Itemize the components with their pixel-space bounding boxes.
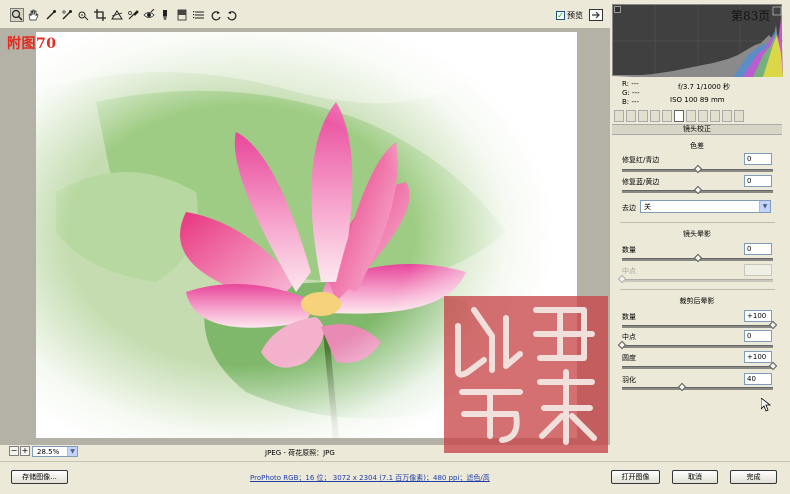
postcrop-amount-label: 数量 — [622, 313, 636, 321]
postcrop-roundness-slider[interactable] — [622, 361, 778, 371]
color-sampler-tool-icon[interactable] — [60, 8, 74, 22]
minus-icon: − — [10, 446, 18, 455]
tab-hsl-icon[interactable] — [650, 110, 660, 122]
chevron-down-icon: ▼ — [759, 201, 770, 212]
divider — [620, 289, 775, 290]
tab-detail-icon[interactable] — [638, 110, 648, 122]
tab-effects-icon[interactable] — [686, 110, 696, 122]
page-number: 第83页 — [731, 9, 771, 23]
tab-settings-icon[interactable] — [734, 110, 744, 122]
adjustment-brush-tool-icon[interactable] — [158, 8, 172, 22]
open-image-button[interactable]: 打开图像 — [611, 470, 660, 484]
mouse-cursor-icon — [760, 397, 772, 412]
save-image-button[interactable]: 存储图像... — [11, 470, 68, 484]
tab-presets-icon[interactable] — [710, 110, 720, 122]
hand-tool-icon[interactable] — [26, 8, 40, 22]
toolbar: ✓ 预览 — [0, 0, 610, 28]
tab-snapshots-icon[interactable] — [722, 110, 732, 122]
vignette-midpoint-label: 中点 — [622, 267, 636, 275]
fix-red-cyan-input[interactable]: 0 — [744, 153, 772, 165]
fix-red-cyan-slider[interactable] — [622, 164, 773, 174]
postcrop-amount-slider[interactable] — [622, 320, 778, 330]
zoom-tool-icon[interactable] — [10, 8, 24, 22]
postcrop-midpoint-label: 中点 — [622, 333, 636, 341]
vignette-amount-slider[interactable] — [622, 253, 773, 263]
white-balance-tool-icon[interactable] — [44, 8, 58, 22]
fix-blue-yellow-input[interactable]: 0 — [744, 175, 772, 187]
fix-blue-yellow-label: 修复蓝/黄边 — [622, 178, 660, 186]
section-chromatic-heading: 色差 — [690, 142, 704, 150]
graduated-filter-tool-icon[interactable] — [175, 8, 189, 22]
workflow-options-link[interactable]: ProPhoto RGB；16 位； 3072 x 2304 (7.1 百万像素… — [250, 473, 490, 483]
zoom-select[interactable]: 28.5% ▼ — [32, 446, 78, 457]
panel-title: 镜头校正 — [612, 124, 782, 135]
postcrop-roundness-label: 圆度 — [622, 354, 636, 362]
seal-stamp — [444, 296, 608, 453]
rotate-left-icon[interactable] — [209, 8, 223, 22]
plus-icon: + — [21, 446, 29, 455]
zoom-in-button[interactable]: + — [20, 446, 30, 456]
tab-camera-calibration-icon[interactable] — [698, 110, 708, 122]
cancel-button[interactable]: 取消 — [672, 470, 718, 484]
chevron-down-icon: ▼ — [67, 447, 77, 456]
red-eye-tool-icon[interactable] — [142, 8, 156, 22]
tab-basic-icon[interactable] — [614, 110, 624, 122]
check-icon: ✓ — [557, 11, 564, 20]
vignette-midpoint-slider — [617, 274, 773, 284]
straighten-tool-icon[interactable] — [110, 8, 124, 22]
postcrop-feather-label: 羽化 — [622, 376, 636, 384]
targeted-adjustment-tool-icon[interactable] — [76, 8, 90, 22]
rotate-right-icon[interactable] — [225, 8, 239, 22]
iso-focal: ISO 100 89 mm — [670, 96, 725, 104]
postcrop-midpoint-slider[interactable] — [617, 340, 773, 350]
defringe-value: 关 — [644, 203, 651, 211]
section-vignetting-heading: 镜头晕影 — [683, 230, 711, 238]
readout-b: B: --- — [622, 98, 639, 106]
tab-lens-corrections-icon[interactable] — [674, 110, 684, 122]
full-screen-icon[interactable] — [589, 9, 603, 21]
vignette-amount-label: 数量 — [622, 246, 636, 254]
fix-blue-yellow-slider[interactable] — [622, 185, 773, 195]
file-name: JPEG - 荷花原照：JPG — [265, 449, 335, 457]
postcrop-midpoint-input[interactable]: 0 — [744, 330, 772, 342]
zoom-value: 28.5% — [37, 448, 60, 456]
section-postcrop-heading: 裁剪后晕影 — [679, 297, 715, 305]
vignette-amount-input[interactable]: 0 — [744, 243, 772, 255]
preview-label: 预览 — [567, 11, 583, 20]
readout-r: R: --- — [622, 80, 639, 88]
done-button[interactable]: 完成 — [730, 470, 777, 484]
readout-g: G: --- — [622, 89, 640, 97]
aperture-shutter: f/3.7 1/1000 秒 — [678, 83, 731, 91]
tab-tone-curve-icon[interactable] — [626, 110, 636, 122]
panel-tabs — [612, 110, 782, 124]
postcrop-feather-input[interactable]: 40 — [744, 373, 772, 385]
vignette-midpoint-input — [744, 264, 772, 276]
defringe-label: 去边 — [622, 204, 636, 212]
divider — [620, 222, 775, 223]
zoom-out-button[interactable]: − — [9, 446, 19, 456]
preview-checkbox[interactable]: ✓ — [556, 11, 565, 20]
postcrop-amount-input[interactable]: +100 — [744, 310, 772, 322]
shadow-clipping-toggle[interactable] — [614, 6, 621, 13]
postcrop-roundness-input[interactable]: +100 — [744, 351, 772, 363]
tab-split-toning-icon[interactable] — [662, 110, 672, 122]
preferences-icon[interactable] — [192, 8, 206, 22]
crop-tool-icon[interactable] — [93, 8, 107, 22]
spot-removal-tool-icon[interactable] — [126, 8, 140, 22]
fix-red-cyan-label: 修复红/青边 — [622, 156, 660, 164]
defringe-select[interactable]: 关 ▼ — [640, 200, 771, 213]
figure-label: 附图70 — [7, 36, 57, 52]
postcrop-feather-slider[interactable] — [622, 382, 773, 392]
